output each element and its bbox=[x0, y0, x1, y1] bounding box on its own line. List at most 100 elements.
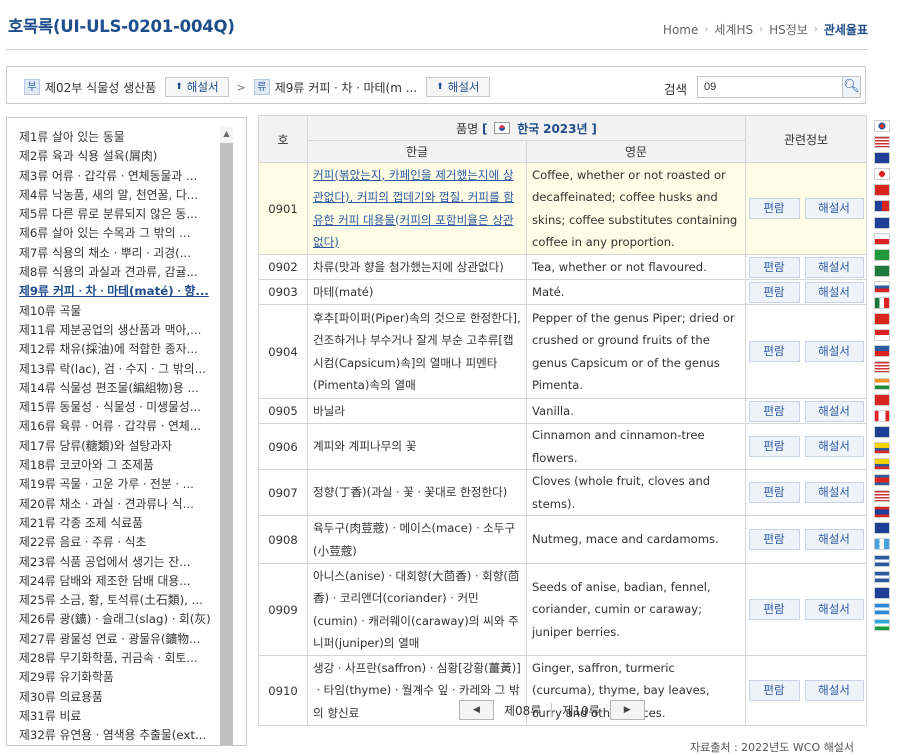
next-chapter-label[interactable]: 제10류 bbox=[552, 702, 609, 719]
scrollbar-thumb[interactable] bbox=[220, 143, 233, 745]
flag-sv-icon[interactable] bbox=[874, 570, 890, 583]
name-ko[interactable]: 커피(볶았는지, 카페인을 제거했는지에 상관없다), 커피의 껍데기와 껍질,… bbox=[307, 162, 527, 255]
flag-jp-icon[interactable] bbox=[874, 168, 890, 181]
sidebar-item[interactable]: 제8류 식용의 과실과 견과류, 감귤... bbox=[19, 263, 219, 282]
sidebar-item[interactable]: 제6류 살아 있는 수목과 그 밖의 ... bbox=[19, 224, 219, 243]
sidebar-item[interactable]: 제2류 육과 식용 설육(屑肉) bbox=[19, 147, 219, 166]
sidebar-item[interactable]: 제20류 채소ㆍ과실ㆍ견과류나 식... bbox=[19, 495, 219, 514]
scroll-up-icon[interactable]: ▲ bbox=[220, 127, 233, 141]
sidebar-item[interactable]: 제4류 낙농품, 새의 알, 천연꿀, 다... bbox=[19, 186, 219, 205]
sidebar-item[interactable]: 제19류 곡물ㆍ고운 가루ㆍ전분ㆍ... bbox=[19, 475, 219, 494]
flag-vn-icon[interactable] bbox=[874, 313, 890, 326]
sidebar-item[interactable]: 제18류 코코아와 그 조제품 bbox=[19, 456, 219, 475]
flag-br-icon[interactable] bbox=[874, 248, 890, 261]
sidebar-item[interactable]: 제32류 유연용ㆍ염색용 추출물(ext... bbox=[19, 726, 219, 745]
search-input[interactable] bbox=[697, 76, 843, 98]
explain-button[interactable]: 해설서 bbox=[804, 482, 864, 503]
flag-ni-icon[interactable] bbox=[874, 602, 890, 615]
flag-is-icon[interactable] bbox=[874, 522, 890, 535]
sidebar-item[interactable]: 제31류 비료 bbox=[19, 707, 219, 726]
sidebar-item[interactable]: 제30류 의료용품 bbox=[19, 688, 219, 707]
sidebar-item[interactable]: 제11류 제분공업의 생산품과 맥아,... bbox=[19, 321, 219, 340]
explain-button[interactable]: 해설서 bbox=[804, 198, 864, 219]
sidebar-item[interactable]: 제17류 당류(糖類)와 설탕과자 bbox=[19, 437, 219, 456]
flag-mx-icon[interactable] bbox=[874, 297, 890, 310]
sidebar-item[interactable]: 제22류 음료ㆍ주류ㆍ식초 bbox=[19, 533, 219, 552]
edit-button[interactable]: 편람 bbox=[748, 281, 800, 303]
chapter-explain-button[interactable]: ⬆ 해설서 bbox=[426, 77, 490, 97]
flag-us-icon[interactable] bbox=[874, 136, 890, 149]
section-label[interactable]: 제02부 식물성 생산품 bbox=[45, 79, 156, 96]
flag-my-icon[interactable] bbox=[874, 490, 890, 503]
flag-tw-icon[interactable] bbox=[874, 200, 890, 213]
edit-button[interactable]: 편람 bbox=[748, 198, 800, 219]
edit-button[interactable]: 편람 bbox=[748, 341, 800, 362]
sidebar-item[interactable]: 제1류 살아 있는 동물 bbox=[19, 128, 219, 147]
sidebar-item[interactable]: 제15류 동물성ㆍ식물성ㆍ미생물성... bbox=[19, 398, 219, 417]
explain-button[interactable]: 해설서 bbox=[804, 599, 864, 620]
flag-au-icon[interactable] bbox=[874, 216, 890, 229]
sidebar-item[interactable]: 제28류 무기화학품, 귀금속ㆍ회토... bbox=[19, 649, 219, 668]
explain-button[interactable]: 해설서 bbox=[804, 256, 864, 278]
sidebar-item[interactable]: 제27류 광물성 연료ㆍ광물유(鑛物... bbox=[19, 630, 219, 649]
section-explain-button[interactable]: ⬆ 해설서 bbox=[165, 77, 229, 97]
sidebar-item[interactable]: 제9류 커피ㆍ차ㆍ마테(maté)ㆍ향... bbox=[19, 282, 219, 301]
flag-gb-icon[interactable] bbox=[874, 586, 890, 599]
sidebar-item[interactable]: 제29류 유기화학품 bbox=[19, 668, 219, 687]
edit-button[interactable]: 편람 bbox=[748, 599, 800, 620]
prev-page-button[interactable]: ◀ bbox=[459, 700, 494, 720]
sidebar-item[interactable]: 제10류 곡물 bbox=[19, 302, 219, 321]
flag-hn-icon[interactable] bbox=[874, 554, 890, 567]
prev-chapter-label[interactable]: 제08류 bbox=[494, 702, 551, 719]
flag-us2-icon[interactable] bbox=[874, 361, 890, 374]
next-page-button[interactable]: ▶ bbox=[609, 700, 645, 720]
edit-button[interactable]: 편람 bbox=[748, 482, 800, 503]
breadcrumb-home[interactable]: Home bbox=[663, 23, 698, 37]
flag-cn-icon[interactable] bbox=[874, 184, 890, 197]
search-button[interactable]: 🔍︎ bbox=[842, 76, 861, 98]
flag-ca-icon[interactable] bbox=[874, 409, 890, 422]
flag-co-icon[interactable] bbox=[874, 441, 890, 454]
flag-uz-icon[interactable] bbox=[874, 618, 890, 631]
flag-nz-icon[interactable] bbox=[874, 425, 890, 438]
edit-button[interactable]: 편람 bbox=[748, 400, 800, 422]
edit-button[interactable]: 편람 bbox=[748, 256, 800, 278]
sidebar-item[interactable]: 제24류 담배와 제조한 담배 대용... bbox=[19, 572, 219, 591]
sidebar-item[interactable]: 제3류 어류ㆍ갑각류ㆍ연체동물과 ... bbox=[19, 167, 219, 186]
flag-sg-icon[interactable] bbox=[874, 329, 890, 342]
sidebar-item[interactable]: 제12류 채유(採油)에 적합한 종자... bbox=[19, 340, 219, 359]
sidebar-item[interactable]: 제13류 락(lac), 검ㆍ수지ㆍ그 밖의... bbox=[19, 360, 219, 379]
breadcrumb-hs-info[interactable]: HS정보 bbox=[769, 21, 808, 38]
flag-eu-icon[interactable] bbox=[874, 152, 890, 165]
flag-ch-icon[interactable] bbox=[874, 393, 890, 406]
explain-button[interactable]: 해설서 bbox=[804, 680, 864, 701]
breadcrumb-world-hs[interactable]: 세계HS bbox=[714, 21, 753, 38]
sidebar-item[interactable]: 제26류 광(鑛)ㆍ슬래그(slag)ㆍ회(灰) bbox=[19, 610, 219, 629]
explain-button[interactable]: 해설서 bbox=[804, 341, 864, 362]
flag-ec-icon[interactable] bbox=[874, 457, 890, 470]
sidebar-item[interactable]: 제16류 육류ㆍ어류ㆍ갑각류ㆍ연체... bbox=[19, 417, 219, 436]
sidebar-item[interactable]: 제14류 식물성 편조물(編組物)용 ... bbox=[19, 379, 219, 398]
explain-button[interactable]: 해설서 bbox=[804, 281, 864, 303]
sidebar-scrollbar[interactable]: ▲ bbox=[220, 127, 233, 745]
sidebar-item[interactable]: 제23류 식품 공업에서 생기는 잔... bbox=[19, 553, 219, 572]
edit-button[interactable]: 편람 bbox=[748, 529, 800, 550]
edit-button[interactable]: 편람 bbox=[748, 436, 800, 457]
explain-button[interactable]: 해설서 bbox=[804, 529, 864, 550]
explain-button[interactable]: 해설서 bbox=[804, 400, 864, 422]
explain-button[interactable]: 해설서 bbox=[804, 436, 864, 457]
flag-ph-icon[interactable] bbox=[874, 345, 890, 358]
sidebar-item[interactable]: 제7류 식용의 채소ㆍ뿌리ㆍ괴경(... bbox=[19, 244, 219, 263]
chapter-label[interactable]: 제9류 커피ㆍ차ㆍ마테(m ... bbox=[275, 79, 417, 96]
flag-gt-icon[interactable] bbox=[874, 538, 890, 551]
flag-la-icon[interactable] bbox=[874, 506, 890, 519]
sidebar-item[interactable]: 제21류 각종 조제 식료품 bbox=[19, 514, 219, 533]
edit-button[interactable]: 편람 bbox=[748, 680, 800, 701]
flag-ru-icon[interactable] bbox=[874, 280, 890, 293]
flag-cl-icon[interactable] bbox=[874, 232, 890, 245]
sidebar-item[interactable]: 제25류 소금, 황, 토석류(土石類), ... bbox=[19, 591, 219, 610]
sidebar-item[interactable]: 제5류 다른 류로 분류되지 않은 동... bbox=[19, 205, 219, 224]
flag-kh-icon[interactable] bbox=[874, 474, 890, 487]
flag-kr-icon[interactable] bbox=[874, 120, 890, 132]
flag-sa-icon[interactable] bbox=[874, 264, 890, 277]
